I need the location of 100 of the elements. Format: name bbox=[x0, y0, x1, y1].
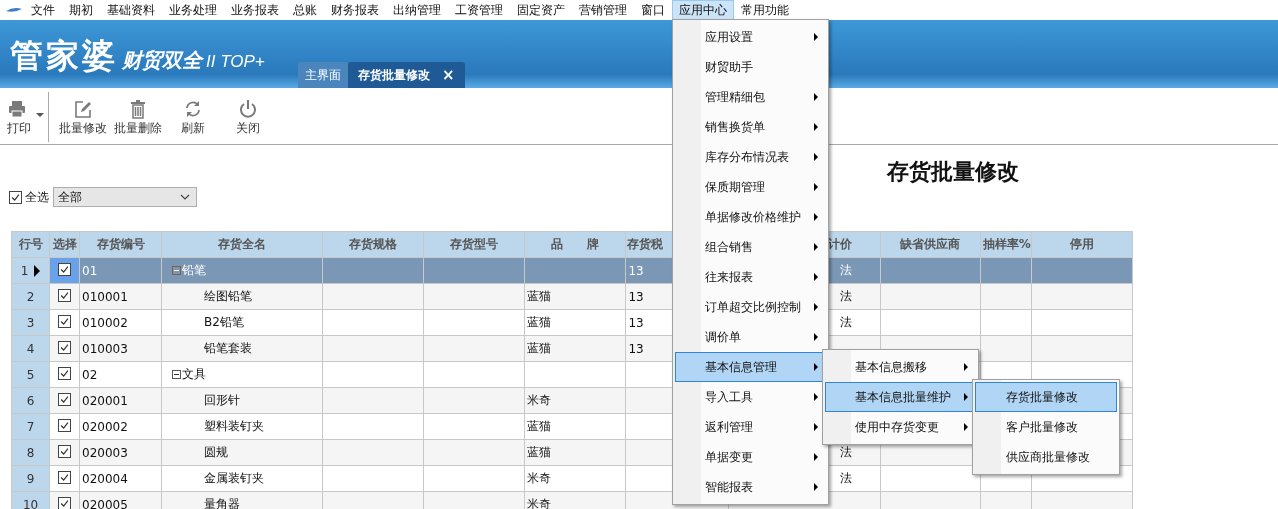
table-cell: 010001 bbox=[79, 283, 162, 310]
collapse-icon[interactable] bbox=[172, 266, 182, 275]
menu-item[interactable]: 财贸助手 bbox=[675, 52, 826, 82]
toolbar-button[interactable]: 刷新 bbox=[165, 88, 220, 137]
tab[interactable]: 主界面 bbox=[298, 62, 348, 88]
table-cell: 米奇 bbox=[524, 465, 626, 492]
menubar-item[interactable]: 工资管理 bbox=[448, 0, 510, 20]
toolbar-button[interactable]: 批量删除 bbox=[110, 88, 165, 137]
menubar-item[interactable]: 出纳管理 bbox=[386, 0, 448, 20]
row-number: 3 bbox=[26, 315, 35, 330]
chevron-down-icon bbox=[180, 194, 190, 200]
table-cell: 绘图铅笔 bbox=[161, 283, 323, 310]
menubar-item[interactable]: 财务报表 bbox=[324, 0, 386, 20]
toolbar-button[interactable]: 关闭 bbox=[220, 88, 275, 137]
menubar-item[interactable]: 业务报表 bbox=[224, 0, 286, 20]
menubar-item[interactable]: 业务处理 bbox=[162, 0, 224, 20]
table-cell: 020002 bbox=[79, 413, 162, 440]
menubar-item[interactable]: 应用中心 bbox=[672, 0, 734, 20]
brand-version: II TOP+ bbox=[206, 52, 265, 72]
checkbox[interactable] bbox=[58, 497, 72, 509]
menubar-item[interactable]: 窗口 bbox=[634, 0, 672, 20]
close-icon[interactable]: × bbox=[442, 66, 455, 84]
checkbox[interactable] bbox=[58, 341, 72, 354]
tab-label: 主界面 bbox=[305, 66, 341, 84]
row-number: 8 bbox=[26, 445, 35, 460]
checkbox[interactable] bbox=[58, 263, 72, 276]
column-header: 停用 bbox=[1031, 231, 1133, 258]
row-number: 5 bbox=[26, 367, 35, 382]
table-cell: 回形针 bbox=[161, 387, 323, 414]
row-number: 4 bbox=[26, 341, 35, 356]
collapse-icon[interactable] bbox=[172, 370, 182, 379]
menu-item[interactable]: 应用设置 bbox=[675, 22, 826, 52]
checkbox[interactable] bbox=[58, 393, 72, 406]
checkbox[interactable] bbox=[9, 190, 22, 204]
menubar-item[interactable]: 总账 bbox=[286, 0, 324, 20]
column-header: 存货型号 bbox=[423, 231, 525, 258]
checkbox[interactable] bbox=[58, 289, 72, 302]
table-cell: B2铅笔 bbox=[161, 309, 323, 336]
menubar-item[interactable]: 常用功能 bbox=[734, 0, 796, 20]
column-header: 存货全名 bbox=[161, 231, 323, 258]
table-cell: 010003 bbox=[79, 335, 162, 362]
brand-edition: 财贸双全 bbox=[122, 47, 202, 74]
row-number: 1 bbox=[20, 263, 29, 278]
checkbox[interactable] bbox=[58, 315, 72, 328]
checkbox[interactable] bbox=[58, 419, 72, 432]
table-cell: 010002 bbox=[79, 309, 162, 336]
caret-icon[interactable] bbox=[36, 113, 44, 117]
menu-item[interactable]: 返利管理 bbox=[675, 412, 826, 442]
menubar-item[interactable]: 期初 bbox=[62, 0, 100, 20]
column-header: 品 牌 bbox=[524, 231, 626, 258]
printer-icon bbox=[7, 99, 27, 119]
table-cell: 蓝猫 bbox=[524, 335, 626, 362]
column-header: 抽样率% bbox=[980, 231, 1032, 258]
filter-dropdown[interactable]: 全部 bbox=[53, 187, 197, 207]
column-header: 缺省供应商 bbox=[880, 231, 981, 258]
menu-item[interactable]: 库存分布情况表 bbox=[675, 142, 826, 172]
row-number: 2 bbox=[26, 289, 35, 304]
checkbox[interactable] bbox=[58, 471, 72, 484]
table-cell: 铅笔 bbox=[161, 257, 323, 284]
toolbar-button[interactable]: 批量修改 bbox=[55, 88, 110, 137]
table-cell: 01 bbox=[79, 257, 162, 284]
column-header: 存货规格 bbox=[322, 231, 424, 258]
select-all-label: 全选 bbox=[25, 188, 49, 206]
menu-item[interactable]: 单据修改价格维护 bbox=[675, 202, 826, 232]
column-header: 存货编号 bbox=[79, 231, 162, 258]
edit-icon bbox=[72, 99, 93, 119]
toolbar-button[interactable]: 打印 bbox=[6, 88, 36, 137]
menu-item[interactable]: 销售换货单 bbox=[675, 112, 826, 142]
column-header: 行号 bbox=[11, 231, 50, 258]
checkbox[interactable] bbox=[58, 367, 72, 380]
row-number: 7 bbox=[26, 419, 35, 434]
table-cell: 蓝猫 bbox=[524, 439, 626, 466]
table-cell: 02 bbox=[79, 361, 162, 388]
menu-item[interactable]: 使用中存货变更 bbox=[825, 412, 976, 442]
menu-item[interactable]: 供应商批量修改 bbox=[975, 442, 1117, 472]
table-cell: 铅笔套装 bbox=[161, 335, 323, 362]
menu-item[interactable]: 客户批量修改 bbox=[975, 412, 1117, 442]
menu-item[interactable]: 导入工具 bbox=[675, 382, 826, 412]
checkbox[interactable] bbox=[58, 445, 72, 458]
page-title: 存货批量修改 bbox=[887, 157, 1019, 186]
menubar-item[interactable]: 营销管理 bbox=[572, 0, 634, 20]
row-number: 9 bbox=[26, 471, 35, 486]
table-cell: 金属装钉夹 bbox=[161, 465, 323, 492]
table-cell: 塑料装钉夹 bbox=[161, 413, 323, 440]
brand-name: 管家婆 bbox=[10, 35, 118, 77]
menu-item[interactable]: 保质期管理 bbox=[675, 172, 826, 202]
menubar-item[interactable]: 基础资料 bbox=[100, 0, 162, 20]
table-cell: 蓝猫 bbox=[524, 283, 626, 310]
row-number: 6 bbox=[26, 393, 35, 408]
menu-item[interactable]: 存货批量修改 bbox=[975, 382, 1117, 412]
menu-item[interactable]: 智能报表 bbox=[675, 472, 826, 502]
tab-label: 存货批量修改 bbox=[358, 66, 430, 84]
tab[interactable]: 存货批量修改 × bbox=[348, 62, 465, 88]
table-cell: 蓝猫 bbox=[524, 309, 626, 336]
table-cell: 020004 bbox=[79, 465, 162, 492]
table-cell: 020003 bbox=[79, 439, 162, 466]
menubar-item[interactable]: 固定资产 bbox=[510, 0, 572, 20]
menubar-item[interactable]: 文件 bbox=[24, 0, 62, 20]
menu-item[interactable]: 基本信息搬移 bbox=[825, 352, 976, 382]
menu-item[interactable]: 管理精细包 bbox=[675, 82, 826, 112]
